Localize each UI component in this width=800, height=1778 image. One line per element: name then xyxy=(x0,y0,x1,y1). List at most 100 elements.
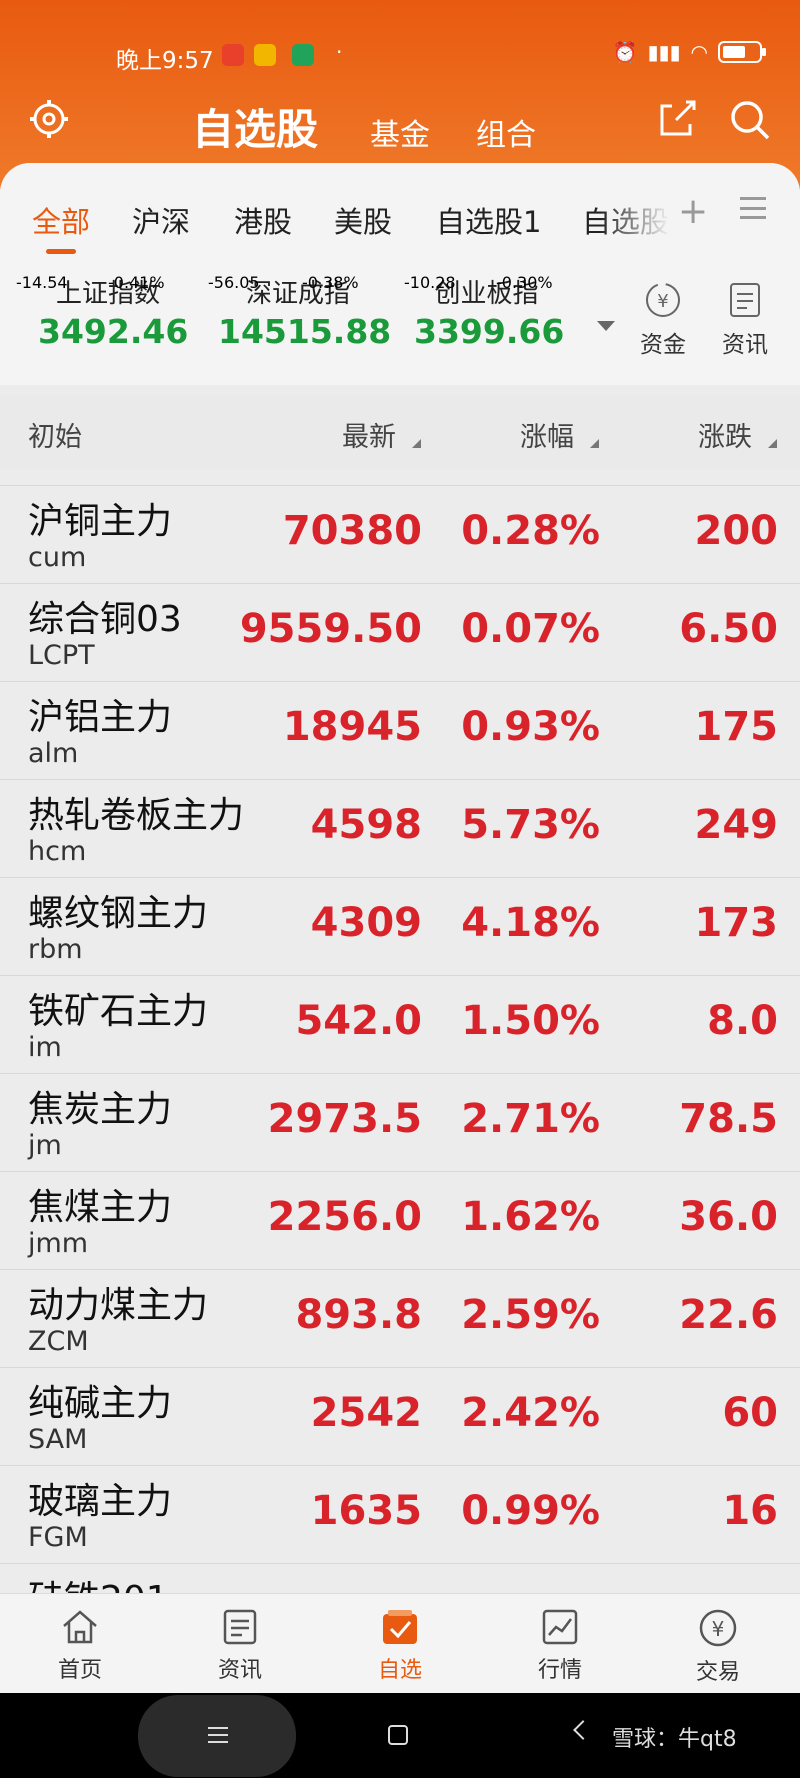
table-row[interactable]: 硅铁201 xyxy=(0,1563,800,1593)
notification-icon xyxy=(222,44,244,66)
row-name: 沪铜主力 xyxy=(28,501,173,542)
row-code: hcm xyxy=(28,836,87,867)
index-strip: 上证指数 3492.46 -14.54 -0.41% 深证成指 14515.88… xyxy=(0,255,800,385)
table-row[interactable]: 综合铜03 LCPT 9559.50 0.07% 6.50 xyxy=(0,583,800,681)
row-change: 60 xyxy=(722,1390,778,1436)
index-change: -14.54 xyxy=(16,273,68,292)
message-icon xyxy=(254,44,276,66)
row-code: jm xyxy=(28,1130,62,1161)
back-icon[interactable] xyxy=(573,1720,593,1740)
row-change: 200 xyxy=(694,508,779,554)
quote-list: 沪铜主力 cum 70380 0.28% 200 综合铜03 LCPT 9559… xyxy=(0,469,800,1593)
news-button[interactable]: 资讯 xyxy=(722,281,768,359)
row-latest: 2542 xyxy=(310,1390,422,1436)
add-tab-icon[interactable]: + xyxy=(678,191,708,232)
col-latest[interactable]: 最新 xyxy=(342,415,396,454)
tab-watchlist[interactable]: 自选股 xyxy=(192,96,318,157)
table-row[interactable]: 螺纹钢主力 rbm 4309 4.18% 173 xyxy=(0,877,800,975)
nav-label: 首页 xyxy=(57,1658,102,1683)
index-pct: -0.38% xyxy=(302,273,359,292)
gear-icon[interactable] xyxy=(28,98,70,140)
table-row[interactable]: 焦煤主力 jmm 2256.0 1.62% 36.0 xyxy=(0,1171,800,1269)
status-right: ⏰ ▮▮▮ ◠ xyxy=(612,40,766,64)
row-pct: 0.99% xyxy=(461,1488,600,1534)
tab-fund[interactable]: 基金 xyxy=(370,110,430,154)
row-name: 铁矿石主力 xyxy=(28,991,209,1032)
col-change[interactable]: 涨跌 xyxy=(698,415,752,454)
home-icon xyxy=(63,1610,97,1644)
nav-home[interactable]: 首页 xyxy=(30,1608,130,1684)
signal-icon: ▮▮▮ xyxy=(647,40,681,64)
nav-news[interactable]: 资讯 xyxy=(190,1608,290,1684)
alarm-icon: ⏰ xyxy=(612,40,638,64)
menu-icon xyxy=(208,1727,228,1743)
row-pct: 4.18% xyxy=(461,900,600,946)
funds-button[interactable]: ¥ 资金 xyxy=(640,281,686,359)
nav-label: 交易 xyxy=(695,1660,740,1685)
status-time: 晚上9:57 xyxy=(116,48,214,74)
table-row[interactable]: 沪铜主力 cum 70380 0.28% 200 xyxy=(0,485,800,583)
row-latest: 4309 xyxy=(310,900,422,946)
watchlist-card: 全部 沪深 港股 美股 自选股1 自选股 + 上证指数 3492.46 -14.… xyxy=(0,163,800,1593)
index-pct: -0.41% xyxy=(108,273,165,292)
sort-icon xyxy=(590,439,599,448)
tab-watchlist-1[interactable]: 自选股1 xyxy=(436,199,541,241)
nav-row: 自选股 基金 组合 xyxy=(0,92,800,162)
index-value: 3399.66 xyxy=(414,312,565,351)
nav-label: 资讯 xyxy=(217,1658,262,1683)
row-change: 8.0 xyxy=(707,998,778,1044)
tab-hk[interactable]: 港股 xyxy=(234,199,292,241)
nav-watchlist[interactable]: 自选 xyxy=(350,1608,450,1684)
home-square-icon[interactable] xyxy=(388,1725,408,1745)
market-tabs: 全部 沪深 港股 美股 自选股1 自选股 + xyxy=(0,163,800,255)
tab-portfolio[interactable]: 组合 xyxy=(476,110,536,154)
bottom-nav: 首页 资讯 自选 行情 ¥ 交易 xyxy=(0,1593,800,1693)
col-name[interactable]: 初始 xyxy=(28,415,82,454)
row-pct: 1.50% xyxy=(461,998,600,1044)
table-row[interactable]: 沪铝主力 alm 18945 0.93% 175 xyxy=(0,681,800,779)
row-code: cum xyxy=(28,542,87,573)
index-value: 3492.46 xyxy=(38,312,189,351)
row-latest: 2256.0 xyxy=(267,1194,422,1240)
menu-icon[interactable] xyxy=(740,197,766,219)
index-change: -56.05 xyxy=(208,273,260,292)
col-pct[interactable]: 涨幅 xyxy=(520,415,574,454)
row-change: 16 xyxy=(722,1488,778,1534)
row-change: 78.5 xyxy=(679,1096,778,1142)
row-pct: 0.28% xyxy=(461,508,600,554)
row-code: ZCM xyxy=(28,1326,89,1357)
row-code: FGM xyxy=(28,1522,88,1553)
table-row[interactable]: 热轧卷板主力 hcm 4598 5.73% 249 xyxy=(0,779,800,877)
row-change: 22.6 xyxy=(679,1292,778,1338)
system-nav-bar: 雪球：牛qt8 xyxy=(0,1693,800,1778)
nav-trade[interactable]: ¥ 交易 xyxy=(668,1608,768,1686)
row-change: 173 xyxy=(694,900,779,946)
row-name: 玻璃主力 xyxy=(28,1481,173,1522)
row-pct: 2.71% xyxy=(461,1096,600,1142)
row-latest: 1635 xyxy=(310,1488,422,1534)
tab-shsz[interactable]: 沪深 xyxy=(132,199,190,241)
tab-all[interactable]: 全部 xyxy=(32,199,90,241)
yuan-circle-icon: ¥ xyxy=(646,283,680,317)
search-icon[interactable] xyxy=(728,98,772,142)
svg-text:¥: ¥ xyxy=(712,1617,725,1641)
row-latest: 4598 xyxy=(310,802,422,848)
row-change: 6.50 xyxy=(679,606,778,652)
row-code: alm xyxy=(28,738,79,769)
table-row[interactable]: 铁矿石主力 im 542.0 1.50% 8.0 xyxy=(0,975,800,1073)
nav-market[interactable]: 行情 xyxy=(510,1608,610,1684)
status-dot: · xyxy=(336,40,343,64)
table-row[interactable]: 动力煤主力 ZCM 893.8 2.59% 22.6 xyxy=(0,1269,800,1367)
chevron-down-icon[interactable] xyxy=(597,321,615,331)
table-row[interactable]: 纯碱主力 SAM 2542 2.42% 60 xyxy=(0,1367,800,1465)
watermark: 雪球：牛qt8 xyxy=(612,1727,737,1752)
nav-label: 自选 xyxy=(377,1658,422,1683)
table-row[interactable]: 焦炭主力 jm 2973.5 2.71% 78.5 xyxy=(0,1073,800,1171)
index-change: -10.28 xyxy=(404,273,456,292)
table-row[interactable]: 玻璃主力 FGM 1635 0.99% 16 xyxy=(0,1465,800,1563)
row-code: im xyxy=(28,1032,62,1063)
share-icon[interactable] xyxy=(656,98,698,140)
row-code: SAM xyxy=(28,1424,88,1455)
row-name: 硅铁201 xyxy=(28,1570,169,1593)
tab-us[interactable]: 美股 xyxy=(334,199,392,241)
